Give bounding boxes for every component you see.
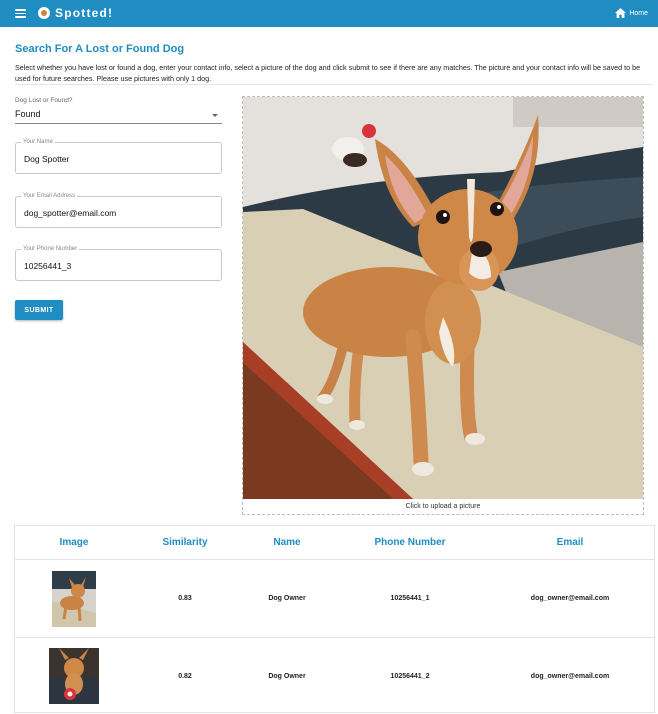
match-image-cell [33, 560, 115, 637]
name-field-label: Your Name [21, 138, 55, 146]
phone-cell: 10256441_2 [390, 672, 430, 680]
similarity-cell: 0.83 [178, 595, 192, 602]
home-icon [615, 8, 627, 18]
similarity-cell: 0.82 [178, 672, 192, 680]
name-cell: Dog Owner [268, 595, 306, 602]
phone-field-value: 10256441_3 [24, 261, 72, 271]
column-header-similarity: Similarity [162, 537, 208, 548]
home-label: Home [629, 9, 648, 17]
phone-field[interactable]: Your Phone Number 10256441_3 [15, 245, 222, 281]
column-header-phone: Phone Number [374, 537, 446, 548]
match-image-cell [33, 638, 115, 714]
status-select-label: Dog Lost or Found? [15, 97, 73, 104]
email-field[interactable]: Your Email Address dog_spotter@email.com [15, 192, 222, 228]
app-title: Spotted! [55, 6, 114, 20]
picture-upload-area[interactable]: Click to upload a picture [242, 96, 644, 515]
dropdown-arrow-icon [212, 114, 218, 117]
name-field[interactable]: Your Name Dog Spotter [15, 138, 222, 174]
match-dog-thumbnail [52, 570, 96, 627]
name-field-value: Dog Spotter [24, 154, 70, 164]
status-select-value: Found [15, 109, 41, 119]
menu-icon[interactable] [15, 9, 26, 18]
table-header-row: Image Similarity Name Phone Number Email [15, 526, 654, 560]
column-header-image: Image [59, 537, 89, 548]
results-table: Image Similarity Name Phone Number Email… [14, 525, 655, 713]
dog-logo-icon [38, 7, 50, 19]
app-bar: Spotted! Home [0, 0, 658, 27]
divider [15, 84, 653, 85]
name-cell: Dog Owner [268, 672, 306, 680]
match-dog-thumbnail [49, 648, 99, 704]
email-field-label: Your Email Address [21, 192, 78, 200]
column-header-name: Name [273, 537, 301, 548]
email-field-value: dog_spotter@email.com [24, 208, 117, 218]
email-cell: dog_owner@email.com [530, 672, 610, 680]
instructions-text: Select whether you have lost or found a … [15, 63, 641, 83]
page-title: Search For A Lost or Found Dog [15, 43, 185, 55]
phone-cell: 10256441_1 [390, 595, 430, 602]
home-link[interactable]: Home [615, 8, 648, 18]
column-header-email: Email [556, 537, 584, 548]
status-select[interactable]: Found [15, 106, 222, 124]
phone-field-label: Your Phone Number [21, 245, 80, 253]
email-cell: dog_owner@email.com [530, 595, 610, 602]
table-row: 0.82 Dog Owner 10256441_2 dog_owner@emai… [15, 638, 654, 714]
dog-photo [243, 97, 643, 499]
upload-caption: Click to upload a picture [405, 503, 481, 510]
submit-button[interactable]: SUBMIT [15, 300, 63, 320]
table-row: 0.83 Dog Owner 10256441_1 dog_owner@emai… [15, 560, 654, 638]
